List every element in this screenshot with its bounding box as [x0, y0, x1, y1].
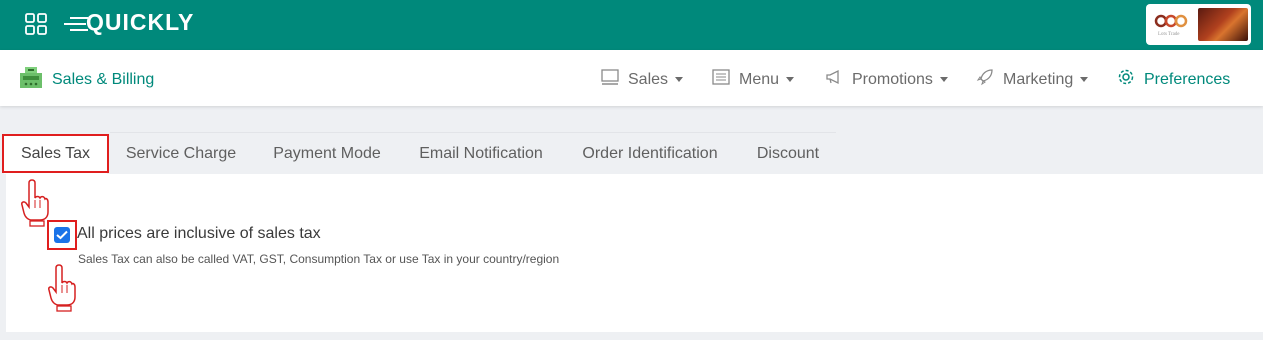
tab-order-identification[interactable]: Order Identification	[562, 133, 738, 174]
top-bar: QUICKLY Lots Trade	[0, 0, 1263, 50]
nav-menu[interactable]: Menu	[712, 68, 795, 91]
brand-card-text: Lots Trade	[1158, 32, 1180, 37]
tab-email-notification[interactable]: Email Notification	[400, 133, 562, 174]
secondary-nav: Sales & Billing Sales Menu Promotions Ma…	[0, 50, 1263, 106]
tab-payment-mode[interactable]: Payment Mode	[254, 133, 400, 174]
nav-marketing-label: Marketing	[1003, 70, 1074, 88]
logo-speed-lines-icon	[64, 14, 88, 39]
prices-inclusive-label[interactable]: All prices are inclusive of sales tax	[77, 225, 321, 243]
chevron-down-icon	[939, 77, 948, 82]
pos-icon	[601, 68, 628, 91]
nav-marketing[interactable]: Marketing	[976, 68, 1089, 91]
pointing-hand-icon	[20, 178, 50, 233]
sales-billing-link[interactable]: Sales & Billing	[20, 66, 154, 93]
chevron-down-icon	[675, 77, 684, 82]
megaphone-icon	[825, 68, 852, 91]
nav-menu-label: Menu	[739, 70, 780, 88]
app-title: Sales & Billing	[52, 70, 155, 88]
prices-inclusive-checkbox[interactable]	[54, 227, 70, 243]
nav-preferences-label: Preferences	[1144, 70, 1231, 88]
tab-service-charge[interactable]: Service Charge	[110, 133, 252, 174]
nav-promotions-label: Promotions	[852, 70, 933, 88]
chevron-down-icon	[786, 77, 795, 82]
tab-highlight-box	[2, 134, 109, 173]
gear-icon	[1117, 68, 1144, 91]
apps-grid-icon[interactable]	[25, 13, 47, 35]
nav-sales-label: Sales	[628, 70, 669, 88]
nav-preferences[interactable]: Preferences	[1117, 68, 1230, 91]
tab-discount[interactable]: Discount	[738, 133, 838, 174]
cash-register-icon	[20, 66, 42, 93]
menu-list-icon	[712, 68, 739, 91]
nav-promotions[interactable]: Promotions	[825, 68, 948, 91]
chevron-down-icon	[1080, 77, 1089, 82]
checkmark-icon	[56, 230, 68, 240]
sales-tax-helper-text: Sales Tax can also be called VAT, GST, C…	[78, 252, 560, 266]
rocket-icon	[976, 68, 1003, 91]
app-logo[interactable]: QUICKLY	[86, 9, 194, 36]
nav-sales[interactable]: Sales	[601, 68, 684, 91]
pointing-hand-icon	[47, 262, 77, 319]
brand-photo	[1198, 8, 1248, 41]
